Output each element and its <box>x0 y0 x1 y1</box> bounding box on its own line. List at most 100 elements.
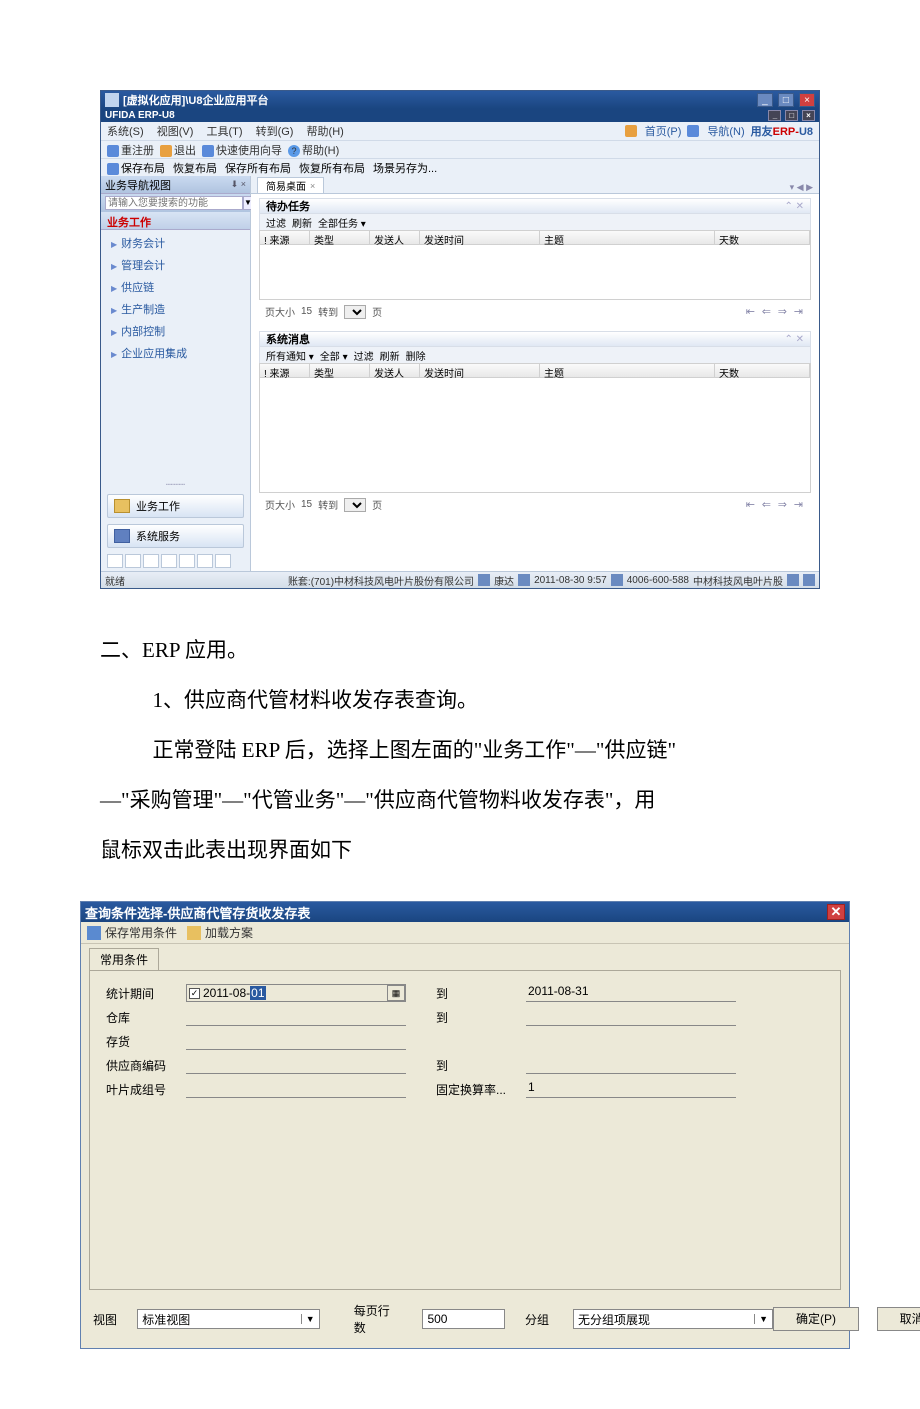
sidebar-resize-handle[interactable]: ┄┄┄┄ <box>101 478 250 491</box>
all-tasks-dropdown[interactable]: 全部任务 ▾ <box>318 215 366 230</box>
col-type-2[interactable]: 类型 <box>310 364 370 377</box>
tab-nav-arrows[interactable]: ▾ ◀ ▶ <box>790 182 813 193</box>
cancel-button[interactable]: 取消(C) <box>877 1307 920 1331</box>
col-time[interactable]: 发送时间 <box>420 231 540 244</box>
small-icon-4[interactable] <box>161 554 177 568</box>
status-help-icon[interactable] <box>803 574 815 586</box>
dialog-close-button[interactable]: ✕ <box>827 904 845 920</box>
field-rows[interactable]: 500 <box>422 1309 505 1329</box>
field-leaf[interactable] <box>186 1080 406 1098</box>
doc-paragraph-line2: —"采购管理"—"代管业务"—"供应商代管物料收发存表"，用 <box>100 779 830 821</box>
menu-home[interactable]: 首页(P) <box>645 123 682 139</box>
col-time-2[interactable]: 发送时间 <box>420 364 540 377</box>
filter-button-2[interactable]: 过滤 <box>354 348 374 363</box>
sidebar-item-supply-chain[interactable]: 供应链 <box>101 276 250 298</box>
close-button[interactable]: × <box>799 93 815 107</box>
next-page-button[interactable]: ⇒ <box>778 306 787 318</box>
sidebar-item-finance[interactable]: 财务会计 <box>101 232 250 254</box>
status-icon-1[interactable] <box>787 574 799 586</box>
menu-help[interactable]: 帮助(H) <box>307 126 344 138</box>
scene-save-as-button[interactable]: 场景另存为... <box>373 160 437 176</box>
tab-simple-desktop[interactable]: 简易桌面× <box>257 177 324 193</box>
page-select-2[interactable] <box>344 498 366 512</box>
first-page-button[interactable]: ⇤ <box>746 306 755 318</box>
minimize-button[interactable]: _ <box>757 93 773 107</box>
col-subject[interactable]: 主题 <box>540 231 715 244</box>
col-subject-2[interactable]: 主题 <box>540 364 715 377</box>
help-button[interactable]: ?帮助(H) <box>288 142 339 158</box>
next-page-button-2[interactable]: ⇒ <box>778 499 787 511</box>
field-supplier-from[interactable] <box>186 1056 406 1074</box>
field-warehouse-from[interactable] <box>186 1008 406 1026</box>
col-sender-2[interactable]: 发送人 <box>370 364 420 377</box>
date-from-lookup-button[interactable]: ▦ <box>387 985 405 1001</box>
menu-system[interactable]: 系统(S) <box>107 126 144 138</box>
restore-all-layout-button[interactable]: 恢复所有布局 <box>299 160 365 176</box>
sidebar-item-eai[interactable]: 企业应用集成 <box>101 342 250 364</box>
select-group[interactable]: 无分组项展现▼ <box>573 1309 773 1329</box>
all-dropdown[interactable]: 全部 ▾ <box>320 348 348 363</box>
prev-page-button-2[interactable]: ⇐ <box>762 499 771 511</box>
maximize-button[interactable]: □ <box>778 93 794 107</box>
delete-button[interactable]: 删除 <box>406 348 426 363</box>
sidebar-item-manufacturing[interactable]: 生产制造 <box>101 298 250 320</box>
small-icon-5[interactable] <box>179 554 195 568</box>
field-stock[interactable] <box>186 1032 406 1050</box>
save-conditions-button[interactable]: 保存常用条件 <box>87 924 177 941</box>
tab-close-icon[interactable]: × <box>310 181 315 191</box>
dialog-tabs: 常用条件 <box>81 944 849 970</box>
inner-restore-button[interactable]: □ <box>785 110 798 121</box>
menu-tools[interactable]: 工具(T) <box>206 126 242 138</box>
col-sender[interactable]: 发送人 <box>370 231 420 244</box>
save-layout-button[interactable]: 保存布局 <box>107 160 165 176</box>
col-type[interactable]: 类型 <box>310 231 370 244</box>
tab-common-conditions[interactable]: 常用条件 <box>89 948 159 970</box>
sidebar-nav-business[interactable]: 业务工作 <box>107 494 244 518</box>
refresh-button-2[interactable]: 刷新 <box>380 348 400 363</box>
sidebar-item-internal-control[interactable]: 内部控制 <box>101 320 250 342</box>
date-from-checkbox[interactable]: ✓ <box>189 988 200 999</box>
menu-nav[interactable]: 导航(N) <box>707 123 744 139</box>
field-supplier-to[interactable] <box>526 1056 736 1074</box>
all-notice-dropdown[interactable]: 所有通知 ▾ <box>266 348 314 363</box>
reregister-button[interactable]: 重注册 <box>107 142 154 158</box>
collapse-icon-2[interactable]: ⌃ ✕ <box>784 334 804 345</box>
field-date-to[interactable]: 2011-08-31 <box>526 984 736 1002</box>
select-view[interactable]: 标准视图▼ <box>137 1309 319 1329</box>
col-days-2[interactable]: 天数 <box>715 364 810 377</box>
sidebar-item-mgmt-accounting[interactable]: 管理会计 <box>101 254 250 276</box>
inner-close-button[interactable]: × <box>802 110 815 121</box>
col-source[interactable]: ! 来源 <box>260 231 310 244</box>
guide-button[interactable]: 快速使用向导 <box>202 142 282 158</box>
menu-goto[interactable]: 转到(G) <box>256 126 294 138</box>
small-icon-1[interactable] <box>107 554 123 568</box>
pin-icon[interactable]: ⬇ × <box>231 179 246 190</box>
menu-view[interactable]: 视图(V) <box>157 126 194 138</box>
filter-button[interactable]: 过滤 <box>266 215 286 230</box>
page-select[interactable] <box>344 305 366 319</box>
restore-layout-button[interactable]: 恢复布局 <box>173 160 217 176</box>
exit-button[interactable]: 退出 <box>160 142 196 158</box>
sidebar-nav-system[interactable]: 系统服务 <box>107 524 244 548</box>
search-input[interactable] <box>105 196 243 210</box>
last-page-button[interactable]: ⇥ <box>794 306 803 318</box>
sidebar-section-header[interactable]: 业务工作 <box>101 212 250 230</box>
ok-button[interactable]: 确定(P) <box>773 1307 859 1331</box>
col-days[interactable]: 天数 <box>715 231 810 244</box>
col-source-2[interactable]: ! 来源 <box>260 364 310 377</box>
save-all-layout-button[interactable]: 保存所有布局 <box>225 160 291 176</box>
refresh-button[interactable]: 刷新 <box>292 215 312 230</box>
collapse-icon[interactable]: ⌃ ✕ <box>784 201 804 212</box>
field-rate[interactable]: 1 <box>526 1080 736 1098</box>
small-icon-3[interactable] <box>143 554 159 568</box>
inner-minimize-button[interactable]: _ <box>768 110 781 121</box>
small-icon-2[interactable] <box>125 554 141 568</box>
field-date-from[interactable]: ✓ 2011-08-01 ▦ <box>186 984 406 1002</box>
field-warehouse-to[interactable] <box>526 1008 736 1026</box>
last-page-button-2[interactable]: ⇥ <box>794 499 803 511</box>
load-plan-button[interactable]: 加载方案 <box>187 924 253 941</box>
first-page-button-2[interactable]: ⇤ <box>746 499 755 511</box>
small-icon-more[interactable] <box>215 554 231 568</box>
prev-page-button[interactable]: ⇐ <box>762 306 771 318</box>
small-icon-6[interactable] <box>197 554 213 568</box>
